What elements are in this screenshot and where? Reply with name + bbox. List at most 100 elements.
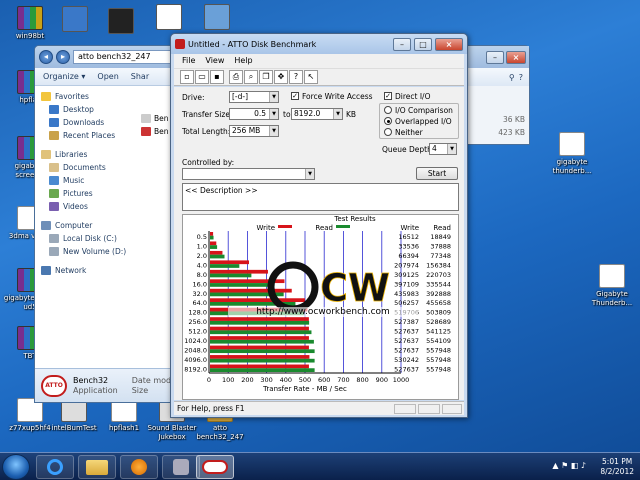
explorer-taskbar-button[interactable] (78, 455, 116, 479)
start-button[interactable] (2, 454, 30, 480)
organize-button[interactable]: Organize ▾ (43, 72, 85, 81)
list-item[interactable]: Ben (141, 114, 169, 123)
nav-pictures-label: Pictures (63, 189, 93, 198)
menu-view[interactable]: View (205, 54, 224, 68)
neither-label: Neither (395, 128, 423, 137)
queue-depth-select[interactable]: 4 ▼ (429, 143, 457, 155)
nav-new-volume[interactable]: New Volume (D:) (35, 245, 135, 258)
read-value-label: 557948 (426, 366, 451, 374)
save-icon[interactable]: ▪ (210, 70, 224, 84)
drive-select[interactable]: [-d-] ▼ (229, 91, 279, 103)
desktop-icon-7[interactable]: intelBumTest (46, 398, 102, 433)
controlled-by-select[interactable]: ▼ (182, 168, 315, 180)
7zip-icon[interactable] (108, 8, 134, 34)
desktop-icon-label: intelBumTest (51, 424, 97, 432)
write-value-label: 527637 (394, 366, 419, 374)
queue-depth-label: Queue Depth: (382, 145, 435, 154)
nav-network[interactable]: Network (35, 264, 135, 277)
atto-taskbar-button[interactable] (196, 455, 234, 479)
transfer-size-to-select[interactable]: 8192.0 ▼ (291, 108, 343, 120)
close-icon[interactable]: × (506, 50, 526, 64)
nav-local-disk[interactable]: Local Disk (C:) (35, 232, 135, 245)
read-value-label: 503809 (426, 309, 451, 317)
nav-favorites[interactable]: Favorites (35, 90, 135, 103)
print-icon[interactable]: ⎙ (229, 70, 243, 84)
nav-music[interactable]: Music (35, 174, 135, 187)
kb-label: KB (346, 110, 357, 119)
tools-taskbar-button[interactable] (162, 455, 200, 479)
share-button[interactable]: Shar (131, 72, 149, 81)
desktop-icon-0[interactable]: win98bt (2, 6, 58, 41)
atto-titlebar[interactable]: Untitled - ATTO Disk Benchmark – □ × (171, 34, 467, 54)
ie-taskbar-button[interactable] (36, 455, 74, 479)
read-value-label: 557948 (426, 356, 451, 364)
nav-computer[interactable]: Computer (35, 219, 135, 232)
desktop-icon-11[interactable]: gigabyte thunderb... (544, 132, 600, 176)
direct-io-checkbox[interactable]: ✓ (384, 92, 392, 100)
drive-label: Drive: (182, 93, 205, 102)
category-label: 4096.0 (184, 356, 207, 364)
menu-help[interactable]: Help (234, 54, 252, 68)
list-item[interactable]: Ben (141, 127, 169, 136)
overlapped-io-radio[interactable] (384, 117, 392, 125)
media-player-taskbar-button[interactable] (120, 455, 158, 479)
total-length-select[interactable]: 256 MB ▼ (229, 125, 279, 137)
navigation-pane[interactable]: Favorites Desktop Downloads Recent Place… (35, 86, 135, 402)
clock[interactable]: 5:01 PM 8/2/2012 (600, 457, 634, 477)
read-value-label: 220703 (426, 271, 451, 279)
nav-computer-label: Computer (55, 221, 93, 230)
transfer-size-from-select[interactable]: 0.5 ▼ (229, 108, 279, 120)
nav-libraries[interactable]: Libraries (35, 148, 135, 161)
open-button[interactable]: Open (97, 72, 118, 81)
open-folder-icon[interactable]: ▭ (195, 70, 209, 84)
help-icon[interactable]: ? (519, 73, 523, 82)
close-icon[interactable]: × (435, 37, 463, 51)
new-file-icon[interactable]: ▫ (180, 70, 194, 84)
print-preview-icon[interactable]: ⌕ (244, 70, 258, 84)
minimize-icon[interactable]: – (486, 50, 504, 64)
document-icon[interactable] (156, 4, 182, 30)
force-write-checkbox[interactable]: ✓ (291, 92, 299, 100)
nav-documents[interactable]: Documents (35, 161, 135, 174)
menu-file[interactable]: File (182, 54, 195, 68)
help-icon[interactable]: ? (289, 70, 303, 84)
legend-read-swatch (336, 225, 350, 228)
minimize-icon[interactable]: – (393, 37, 411, 51)
monitor-icon[interactable] (62, 6, 88, 32)
maximize-icon[interactable]: □ (414, 37, 432, 51)
nav-desktop[interactable]: Desktop (35, 103, 135, 116)
search-icon[interactable]: ⚲ (509, 73, 515, 82)
atto-icon (202, 460, 228, 474)
read-value-label: 37888 (430, 242, 451, 250)
category-label: 32.0 (193, 290, 207, 298)
nav-pictures[interactable]: Pictures (35, 187, 135, 200)
read-value-label: 557948 (426, 347, 451, 355)
atto-window[interactable]: Untitled - ATTO Disk Benchmark – □ × Fil… (170, 33, 468, 418)
neither-radio[interactable] (384, 128, 392, 136)
move-icon[interactable]: ✥ (274, 70, 288, 84)
clock-app-icon[interactable] (204, 4, 230, 30)
nav-videos[interactable]: Videos (35, 200, 135, 213)
star-icon (41, 92, 51, 101)
tray-flag-icon[interactable]: ▲ ⚑ ◧ ♪ (552, 461, 586, 470)
desktop-icon-12[interactable]: Gigabyte Thunderb... (584, 264, 640, 308)
doc-icon (599, 264, 625, 288)
explorer-window-right[interactable]: – × ⚲? 36 KB 423 KB (466, 45, 530, 145)
forward-icon[interactable]: ▸ (56, 50, 70, 64)
context-help-icon[interactable]: ↖ (304, 70, 318, 84)
category-label: 64.0 (193, 299, 207, 307)
read-value-label: 554109 (426, 337, 451, 345)
read-bar (210, 283, 273, 287)
desktop-icon-label: gigabyte thunderb... (552, 158, 592, 175)
io-comparison-radio[interactable] (384, 106, 392, 114)
read-bar (210, 235, 214, 240)
nav-recent[interactable]: Recent Places (35, 129, 135, 142)
copy-icon[interactable]: ❐ (259, 70, 273, 84)
category-label: 512.0 (188, 328, 207, 336)
back-icon[interactable]: ◂ (39, 50, 53, 64)
description-textarea[interactable]: << Description >> (182, 183, 459, 211)
nav-downloads[interactable]: Downloads (35, 116, 135, 129)
library-icon (41, 150, 51, 159)
start-button[interactable]: Start (416, 167, 458, 180)
status-text: For Help, press F1 (177, 404, 245, 413)
